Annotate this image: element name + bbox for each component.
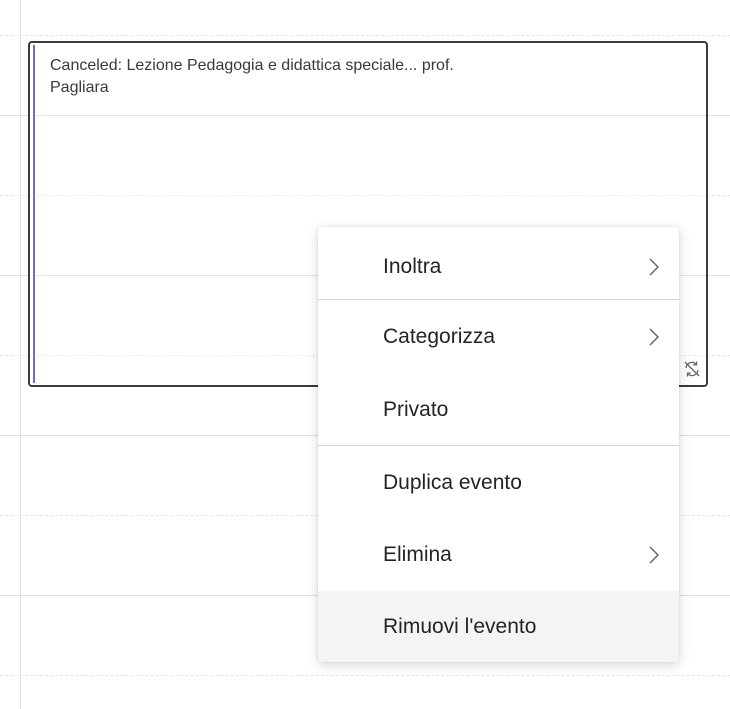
event-color-bar: [33, 45, 35, 383]
menu-item-label: Privato: [383, 398, 449, 421]
menu-item-label: Elimina: [383, 543, 452, 566]
chevron-right-icon: [649, 328, 659, 346]
menu-item-categorizza[interactable]: Categorizza: [318, 301, 679, 373]
calendar-day-view: Canceled: Lezione Pedagogia e didattica …: [0, 0, 730, 709]
event-hour-gridline: [36, 115, 706, 116]
menu-item-duplica-evento[interactable]: Duplica evento: [318, 447, 679, 519]
context-menu: Inoltra Categorizza Privato Duplica even…: [318, 227, 679, 662]
sync-off-icon: [684, 361, 700, 377]
event-half-hour-gridline: [36, 195, 706, 196]
menu-item-label: Duplica evento: [383, 471, 522, 494]
chevron-right-icon: [649, 546, 659, 564]
menu-item-elimina[interactable]: Elimina: [318, 519, 679, 591]
half-hour-gridline: [0, 35, 730, 36]
half-hour-gridline: [0, 675, 730, 676]
menu-item-rimuovi-evento[interactable]: Rimuovi l'evento: [318, 591, 679, 662]
menu-item-label: Rimuovi l'evento: [383, 615, 537, 638]
menu-item-inoltra[interactable]: Inoltra: [318, 231, 679, 303]
chevron-right-icon: [649, 258, 659, 276]
menu-divider: [318, 445, 679, 446]
event-title: Canceled: Lezione Pedagogia e didattica …: [50, 55, 676, 99]
menu-divider: [318, 299, 679, 300]
event-title-line1: Canceled: Lezione Pedagogia e didattica …: [50, 57, 454, 74]
event-title-line2: Pagliara: [50, 79, 109, 96]
menu-item-label: Inoltra: [383, 255, 442, 278]
menu-item-label: Categorizza: [383, 325, 496, 348]
menu-item-privato[interactable]: Privato: [318, 374, 679, 446]
